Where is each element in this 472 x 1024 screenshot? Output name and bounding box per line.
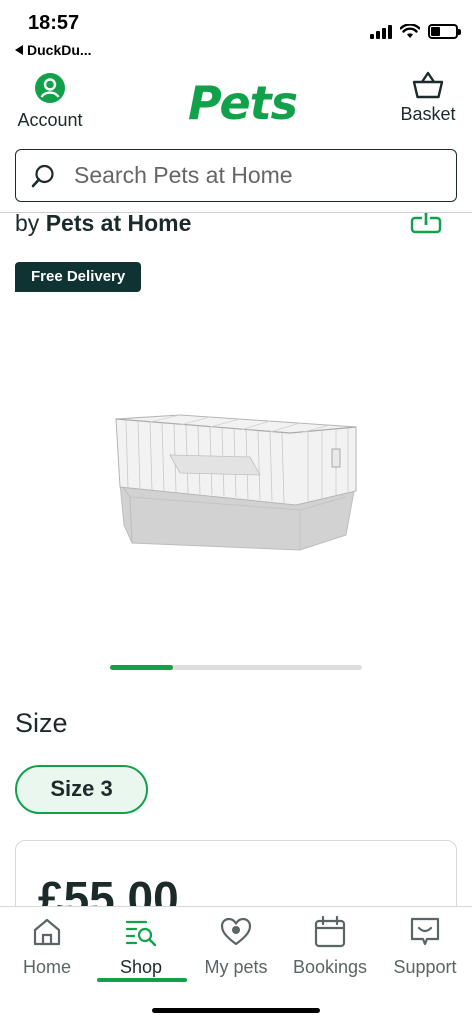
search-input[interactable]: Search Pets at Home bbox=[15, 149, 457, 202]
carousel-progress-fill bbox=[110, 665, 173, 670]
bottom-navigation: Home Shop My pets Bookings Support bbox=[0, 906, 472, 1024]
basket-label: Basket bbox=[400, 104, 456, 124]
nav-item-shop[interactable]: Shop bbox=[94, 915, 188, 978]
heart-icon bbox=[220, 917, 252, 946]
nav-label-home: Home bbox=[22, 957, 71, 977]
nav-label-support: Support bbox=[393, 957, 457, 977]
nav-item-bookings[interactable]: Bookings bbox=[283, 915, 377, 978]
nav-label-bookings: Bookings bbox=[292, 957, 368, 977]
wifi-icon bbox=[400, 24, 420, 38]
home-icon bbox=[33, 918, 61, 946]
account-label: Account bbox=[17, 110, 83, 130]
share-icon bbox=[410, 213, 442, 234]
search-placeholder: Search Pets at Home bbox=[74, 162, 293, 188]
active-tab-indicator bbox=[97, 978, 187, 982]
back-to-app-link[interactable]: DuckDu... bbox=[15, 42, 92, 58]
account-icon bbox=[35, 73, 65, 103]
calendar-icon bbox=[314, 915, 346, 948]
image-carousel-progress bbox=[110, 665, 362, 670]
battery-icon bbox=[428, 24, 461, 39]
basket-button[interactable]: Basket bbox=[398, 70, 458, 125]
home-indicator-bar bbox=[152, 1008, 320, 1013]
product-brand-line: by Pets at Home bbox=[15, 210, 191, 237]
nav-item-support[interactable]: Support bbox=[378, 915, 472, 978]
nav-item-my-pets[interactable]: My pets bbox=[189, 915, 283, 978]
back-triangle-icon bbox=[15, 45, 23, 55]
site-header: Account Pets Basket bbox=[0, 64, 472, 144]
size-option-selected[interactable]: Size 3 bbox=[15, 765, 148, 814]
shop-search-icon bbox=[125, 920, 157, 947]
free-delivery-badge: Free Delivery bbox=[15, 262, 142, 292]
cellular-signal-icon bbox=[370, 24, 392, 39]
size-heading: Size bbox=[15, 708, 68, 738]
by-prefix: by bbox=[15, 210, 40, 236]
status-icons bbox=[370, 24, 461, 39]
share-button[interactable] bbox=[410, 212, 442, 241]
account-button[interactable]: Account bbox=[14, 72, 86, 131]
search-icon bbox=[31, 164, 54, 187]
nav-item-home[interactable]: Home bbox=[0, 915, 94, 978]
product-image-hamster-cage[interactable] bbox=[110, 405, 362, 555]
nav-label-shop: Shop bbox=[119, 957, 163, 977]
back-app-label: DuckDu... bbox=[27, 42, 92, 58]
status-time: 18:57 bbox=[28, 12, 80, 34]
basket-icon bbox=[412, 71, 444, 99]
brand-name[interactable]: Pets at Home bbox=[46, 210, 192, 236]
status-bar: 18:57 DuckDu... bbox=[0, 0, 472, 62]
chat-support-icon bbox=[410, 917, 440, 946]
pets-logo[interactable]: Pets bbox=[188, 76, 298, 130]
nav-label-my-pets: My pets bbox=[204, 957, 268, 977]
